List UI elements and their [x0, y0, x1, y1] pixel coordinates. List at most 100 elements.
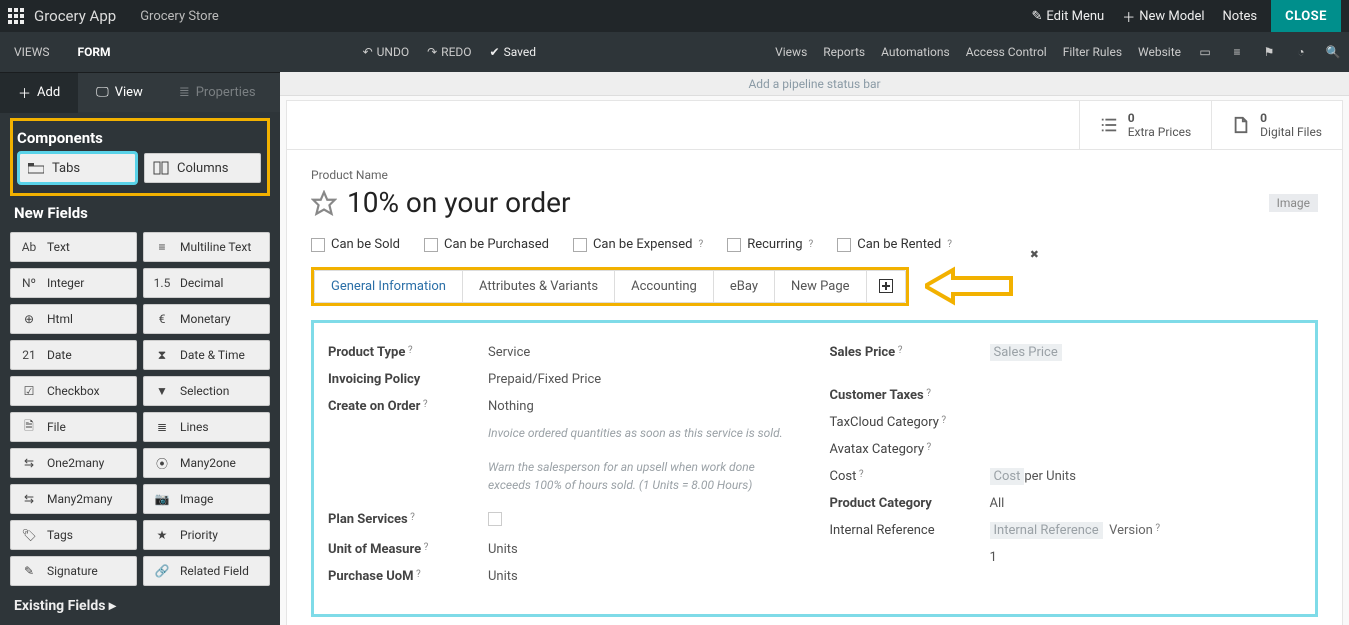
invoicing-policy-value[interactable]: Prepaid/Fixed Price	[488, 372, 601, 387]
field-signature[interactable]: ✎Signature	[10, 556, 137, 586]
internal-ref-value[interactable]: Internal Reference	[990, 523, 1103, 538]
help-icon[interactable]: ?	[809, 239, 814, 250]
plan-services-label: Plan Services ?	[328, 512, 488, 530]
favorite-star-icon[interactable]	[311, 190, 337, 216]
field-many2many[interactable]: ⇆Many2many	[10, 484, 137, 514]
form-mode-button[interactable]: FORM	[64, 45, 125, 59]
stat-digital-files-label: Digital Files	[1260, 125, 1322, 139]
field-integer[interactable]: NºInteger	[10, 268, 137, 298]
sidebar-tab-add[interactable]: ＋ Add	[0, 73, 78, 113]
field-related-field[interactable]: 🔗Related Field	[143, 556, 270, 586]
sidebar-tab-properties-label: Properties	[196, 85, 256, 100]
field-lines[interactable]: ≣Lines	[143, 412, 270, 442]
clock-icon[interactable]: ◔	[1293, 44, 1309, 60]
check-can-be-rented[interactable]: Can be Rented ?	[837, 237, 952, 252]
tabs-icon	[28, 160, 44, 176]
arrow-left-icon	[925, 266, 1015, 306]
checkbox[interactable]	[837, 238, 851, 252]
field-label: Related Field	[180, 564, 249, 578]
field-date[interactable]: 21Date	[10, 340, 137, 370]
component-columns[interactable]: Columns	[144, 153, 261, 183]
help-icon[interactable]: ?	[947, 239, 952, 250]
checkbox[interactable]	[573, 238, 587, 252]
new-model-button[interactable]: ＋ New Model	[1122, 7, 1204, 26]
purchase-uom-value[interactable]: Units	[488, 569, 518, 584]
field-many2one[interactable]: ⦿Many2one	[143, 448, 270, 478]
remove-image-icon[interactable]: ✖	[1030, 248, 1039, 261]
undo-button[interactable]: ↶ UNDO	[363, 45, 410, 59]
pencil-icon: ✎	[1031, 9, 1042, 24]
tab-add-button[interactable]	[867, 271, 905, 302]
pipeline-bar-placeholder[interactable]: Add a pipeline status bar	[280, 72, 1349, 96]
tab-general-information[interactable]: General Information	[315, 271, 463, 302]
field-date-time[interactable]: ⧗Date & Time	[143, 340, 270, 370]
views-mode-button[interactable]: VIEWS	[0, 45, 64, 59]
purchase-uom-label: Purchase UoM ?	[328, 569, 488, 584]
product-category-value[interactable]: All	[990, 496, 1005, 511]
nav-access-control[interactable]: Access Control	[966, 45, 1047, 59]
create-on-order-value[interactable]: Nothing	[488, 399, 534, 414]
field-multiline-text[interactable]: ≡Multiline Text	[143, 232, 270, 262]
tab-ebay[interactable]: eBay	[714, 271, 775, 302]
product-title[interactable]: 10% on your order	[347, 186, 571, 219]
field-label: Many2one	[180, 456, 236, 470]
stat-extra-prices[interactable]: 0Extra Prices	[1079, 101, 1211, 149]
existing-fields-toggle[interactable]: Existing Fields ▸	[10, 586, 270, 618]
tab-attributes-variants[interactable]: Attributes & Variants	[463, 271, 615, 302]
stat-digital-files[interactable]: 0Digital Files	[1211, 101, 1342, 149]
version-value[interactable]: 1	[990, 550, 997, 565]
nav-filter-rules[interactable]: Filter Rules	[1063, 45, 1122, 59]
tab-new-page[interactable]: New Page	[775, 271, 867, 302]
field-one2many[interactable]: ⇆One2many	[10, 448, 137, 478]
field-selection[interactable]: ▼Selection	[143, 376, 270, 406]
field-text[interactable]: AbText	[10, 232, 137, 262]
search-icon[interactable]: 🔍	[1325, 44, 1341, 60]
nav-automations[interactable]: Automations	[881, 45, 950, 59]
sidebar-tab-view[interactable]: 🖵 View	[78, 73, 161, 113]
field-monetary[interactable]: €Monetary	[143, 304, 270, 334]
nav-reports[interactable]: Reports	[823, 45, 865, 59]
field-tags[interactable]: 🏷Tags	[10, 520, 137, 550]
redo-button[interactable]: ↷ REDO	[427, 45, 471, 59]
nav-website[interactable]: Website	[1138, 45, 1181, 59]
card-icon[interactable]: ▭	[1197, 44, 1213, 60]
cost-value[interactable]: Costper Units	[990, 469, 1076, 484]
sidebar-tab-properties[interactable]: ≣ Properties	[161, 73, 274, 113]
image-placeholder[interactable]: Image	[1269, 194, 1318, 212]
notes-link[interactable]: Notes	[1223, 9, 1258, 24]
field-label: Checkbox	[47, 384, 100, 398]
list-icon[interactable]: ≡	[1229, 44, 1245, 60]
field-file[interactable]: 🗎File	[10, 412, 137, 442]
check-can-be-purchased[interactable]: Can be Purchased	[424, 237, 549, 252]
apps-icon[interactable]	[8, 8, 24, 24]
product-type-value[interactable]: Service	[488, 345, 530, 360]
nav-views[interactable]: Views	[775, 45, 807, 59]
plus-icon: ＋	[1122, 7, 1135, 26]
check-recurring[interactable]: Recurring ?	[727, 237, 813, 252]
field-priority[interactable]: ★Priority	[143, 520, 270, 550]
field-decimal[interactable]: 1.5Decimal	[143, 268, 270, 298]
field-checkbox[interactable]: ☑Checkbox	[10, 376, 137, 406]
sliders-icon: ≣	[179, 85, 190, 100]
help-icon[interactable]: ?	[698, 239, 703, 250]
store-name[interactable]: Grocery Store	[140, 9, 219, 24]
flag-icon[interactable]: ⚑	[1261, 44, 1277, 60]
tab-accounting[interactable]: Accounting	[615, 271, 714, 302]
check-can-be-sold[interactable]: Can be Sold	[311, 237, 400, 252]
close-button[interactable]: CLOSE	[1271, 0, 1341, 32]
checkbox[interactable]	[727, 238, 741, 252]
plan-services-checkbox[interactable]	[488, 512, 502, 530]
field-image[interactable]: 📷Image	[143, 484, 270, 514]
field-label: Date	[47, 348, 72, 362]
sales-price-value[interactable]: Sales Price	[990, 345, 1062, 360]
component-tabs[interactable]: Tabs	[19, 153, 136, 183]
edit-menu-button[interactable]: ✎ Edit Menu	[1031, 9, 1104, 24]
checkbox[interactable]	[424, 238, 438, 252]
uom-value[interactable]: Units	[488, 542, 518, 557]
field-type-icon: ▼	[152, 384, 172, 398]
checkbox[interactable]	[311, 238, 325, 252]
plus-icon: ＋	[18, 83, 31, 102]
check-can-be-expensed[interactable]: Can be Expensed ?	[573, 237, 703, 252]
app-name[interactable]: Grocery App	[34, 7, 116, 25]
field-html[interactable]: ⊕Html	[10, 304, 137, 334]
